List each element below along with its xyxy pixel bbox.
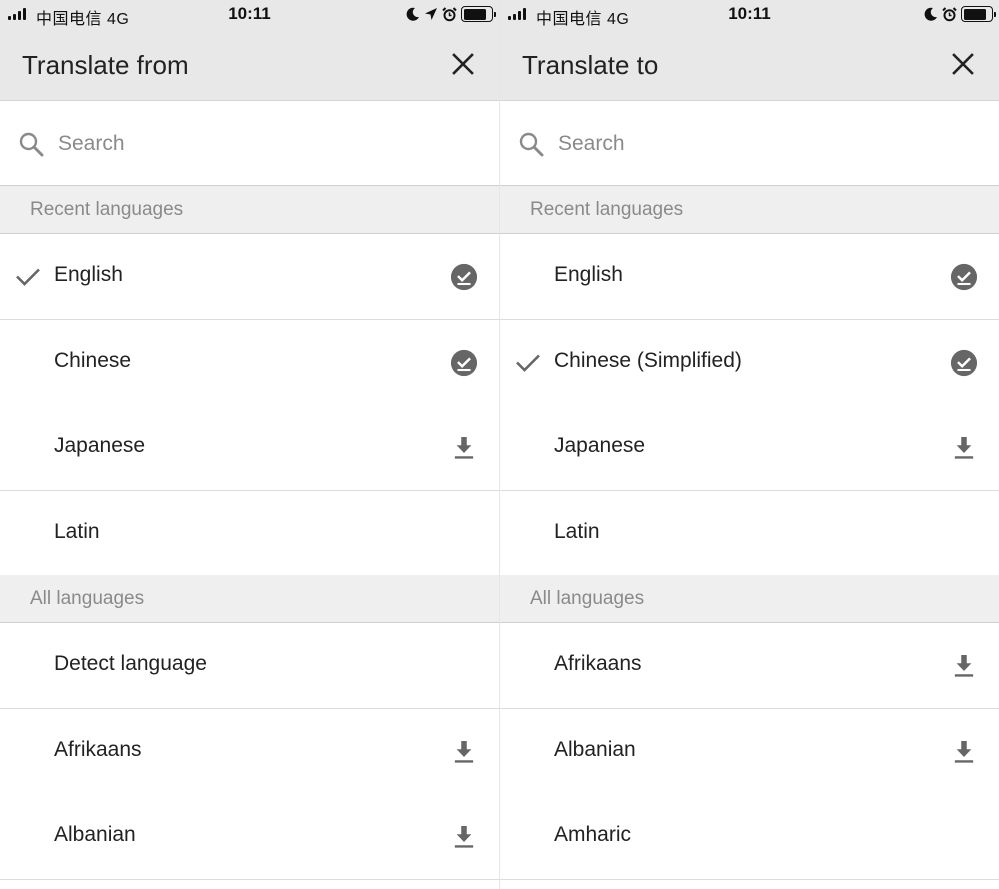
language-row[interactable]: Latin: [500, 491, 999, 577]
download-icon[interactable]: [949, 737, 979, 767]
language-label: Latin: [554, 520, 600, 543]
language-row[interactable]: Chinese: [0, 320, 499, 406]
language-label: Afrikaans: [54, 738, 142, 761]
download-icon[interactable]: [449, 822, 479, 852]
downloaded-icon: [449, 262, 479, 292]
downloaded-icon: [449, 348, 479, 378]
status-bar: 中国电信 4G 10:11: [500, 0, 999, 28]
translate-from-screen: 中国电信 4G 10:11 Translate from Recent lang…: [0, 0, 499, 889]
section-title: All languages: [30, 588, 145, 609]
alarm-icon: [442, 6, 457, 21]
language-row[interactable]: Japanese: [500, 405, 999, 491]
search-input[interactable]: [558, 125, 958, 163]
moon-icon: [924, 7, 937, 21]
moon-icon: [406, 7, 419, 21]
language-row[interactable]: Chinese (Simplified): [500, 320, 999, 406]
status-bar: 中国电信 4G 10:11: [0, 0, 499, 28]
download-icon[interactable]: [449, 433, 479, 463]
language-label: Albanian: [54, 823, 136, 846]
language-row[interactable]: Albanian: [500, 709, 999, 795]
page-title: Translate from: [22, 50, 189, 80]
language-label: Albanian: [554, 738, 636, 761]
language-row[interactable]: English: [0, 234, 499, 320]
language-label: Japanese: [54, 434, 146, 457]
language-row[interactable]: Albanian: [0, 794, 499, 880]
download-icon[interactable]: [949, 651, 979, 681]
language-label: Detect language: [54, 652, 207, 675]
language-row[interactable]: Amharic: [500, 794, 999, 880]
translate-to-screen: 中国电信 4G 10:11 Translate to Recent langua…: [500, 0, 999, 889]
language-row[interactable]: English: [500, 234, 999, 320]
check-icon: [514, 348, 542, 376]
language-label: English: [54, 263, 123, 286]
close-icon: [452, 53, 474, 75]
download-icon[interactable]: [449, 737, 479, 767]
close-icon: [952, 53, 974, 75]
language-label: Chinese: [54, 349, 132, 372]
language-label: Amharic: [554, 823, 632, 846]
location-arrow-icon: [425, 8, 437, 20]
downloaded-icon: [949, 262, 979, 292]
language-row[interactable]: Detect language: [0, 623, 499, 709]
section-header-all: All languages: [0, 575, 499, 623]
search-bar: [500, 101, 999, 186]
search-icon: [19, 132, 44, 157]
section-header-recent: Recent languages: [500, 186, 999, 234]
language-row[interactable]: Japanese: [0, 405, 499, 491]
search-icon: [519, 132, 544, 157]
section-title: All languages: [530, 588, 645, 609]
section-header-recent: Recent languages: [0, 186, 499, 234]
check-icon: [14, 262, 42, 290]
language-label: English: [554, 263, 623, 286]
close-button[interactable]: [447, 48, 479, 80]
app-header: 中国电信 4G 10:11 Translate from: [0, 0, 499, 101]
section-header-all: All languages: [500, 575, 999, 623]
section-title: Recent languages: [530, 199, 684, 220]
battery-icon: [961, 6, 996, 22]
search-bar: [0, 101, 499, 186]
downloaded-icon: [949, 348, 979, 378]
close-button[interactable]: [947, 48, 979, 80]
language-row[interactable]: Latin: [0, 491, 499, 577]
language-row[interactable]: Afrikaans: [500, 623, 999, 709]
language-label: Latin: [54, 520, 100, 543]
language-row[interactable]: Afrikaans: [0, 709, 499, 795]
alarm-icon: [942, 6, 957, 21]
language-label: Chinese (Simplified): [554, 349, 742, 372]
battery-icon: [461, 6, 496, 22]
app-header: 中国电信 4G 10:11 Translate to: [500, 0, 999, 101]
page-title: Translate to: [522, 50, 659, 80]
search-input[interactable]: [58, 125, 458, 163]
language-label: Afrikaans: [554, 652, 642, 675]
language-label: Japanese: [554, 434, 646, 457]
download-icon[interactable]: [949, 433, 979, 463]
section-title: Recent languages: [30, 199, 184, 220]
